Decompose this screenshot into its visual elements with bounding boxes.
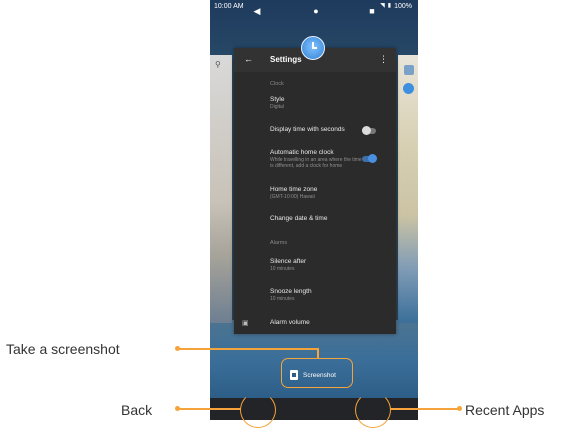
phone-screen: 10:00 AM ◥ ▮ 100% ⚲ ← Settings ⋮ Clock S… xyxy=(210,0,418,398)
recent-apps-highlight xyxy=(355,392,391,428)
clock-app-icon[interactable] xyxy=(301,36,325,60)
toggle-knob xyxy=(362,126,371,135)
setting-home-time-zone-value: (GMT-10:00) Hawaii xyxy=(270,194,315,200)
callout-take-screenshot: Take a screenshot xyxy=(6,341,120,357)
home-nav-icon[interactable]: ● xyxy=(304,0,328,22)
setting-silence-after-value: 10 minutes xyxy=(270,266,295,272)
setting-snooze-length-title: Snooze length xyxy=(270,288,312,295)
setting-home-time-zone-title: Home time zone xyxy=(270,186,318,193)
auto-home-clock-toggle[interactable] xyxy=(362,154,377,163)
setting-auto-home-clock-sub: While travelling in an area where the ti… xyxy=(270,157,362,169)
app-icon-dot xyxy=(403,83,414,94)
display-seconds-toggle[interactable] xyxy=(362,126,376,135)
callout-line-take xyxy=(178,348,318,350)
setting-snooze-length[interactable]: Snooze length 10 minutes xyxy=(270,288,370,302)
status-icons: ◥ ▮ 100% xyxy=(380,3,412,10)
callout-recent-apps: Recent Apps xyxy=(465,402,545,418)
section-clock: Clock xyxy=(270,81,284,87)
recent-app-card-left[interactable]: ⚲ xyxy=(210,55,232,323)
recent-app-card-right[interactable] xyxy=(398,55,418,323)
setting-alarm-volume[interactable]: Alarm volume xyxy=(270,319,370,327)
setting-style-title: Style xyxy=(270,96,285,103)
callout-dot-recent xyxy=(457,406,462,411)
alarm-icon: ▣ xyxy=(242,320,249,327)
setting-auto-home-clock-title: Automatic home clock xyxy=(270,149,334,156)
setting-home-time-zone[interactable]: Home time zone (GMT-10:00) Hawaii xyxy=(270,186,370,200)
overflow-menu-icon[interactable]: ⋮ xyxy=(379,54,388,65)
status-time: 10:00 AM xyxy=(214,3,244,10)
setting-silence-after[interactable]: Silence after 10 minutes xyxy=(270,258,370,272)
callout-line-take-drop xyxy=(317,348,319,358)
callout-back: Back xyxy=(121,402,153,418)
settings-title: Settings xyxy=(270,55,302,64)
settings-app-card[interactable]: ← Settings ⋮ Clock Style Digital Display… xyxy=(234,48,396,334)
back-highlight xyxy=(240,392,276,428)
setting-display-seconds-title: Display time with seconds xyxy=(270,126,345,133)
app-chip xyxy=(404,65,414,75)
back-arrow-icon[interactable]: ← xyxy=(244,54,253,64)
toggle-knob xyxy=(368,154,377,163)
setting-silence-after-title: Silence after xyxy=(270,258,307,265)
screenshot-highlight xyxy=(281,358,353,388)
setting-alarm-volume-title: Alarm volume xyxy=(270,319,310,326)
setting-display-seconds[interactable]: Display time with seconds xyxy=(270,126,370,134)
setting-change-date-time-title: Change date & time xyxy=(270,215,328,222)
back-nav-icon[interactable]: ◀ xyxy=(245,0,269,22)
search-icon: ⚲ xyxy=(215,60,221,69)
setting-auto-home-clock[interactable]: Automatic home clock While travelling in… xyxy=(270,149,362,169)
setting-change-date-time[interactable]: Change date & time xyxy=(270,215,370,223)
setting-style[interactable]: Style Digital xyxy=(270,96,370,110)
battery-icon: ▮ xyxy=(387,3,392,9)
section-alarms: Alarms xyxy=(270,240,288,246)
callout-line-back xyxy=(178,408,241,410)
setting-snooze-length-value: 10 minutes xyxy=(270,296,295,302)
battery-percent: 100% xyxy=(394,3,412,10)
setting-style-value: Digital xyxy=(270,104,284,110)
recent-apps-icon[interactable]: ■ xyxy=(360,0,384,22)
callout-line-recent xyxy=(390,408,460,410)
